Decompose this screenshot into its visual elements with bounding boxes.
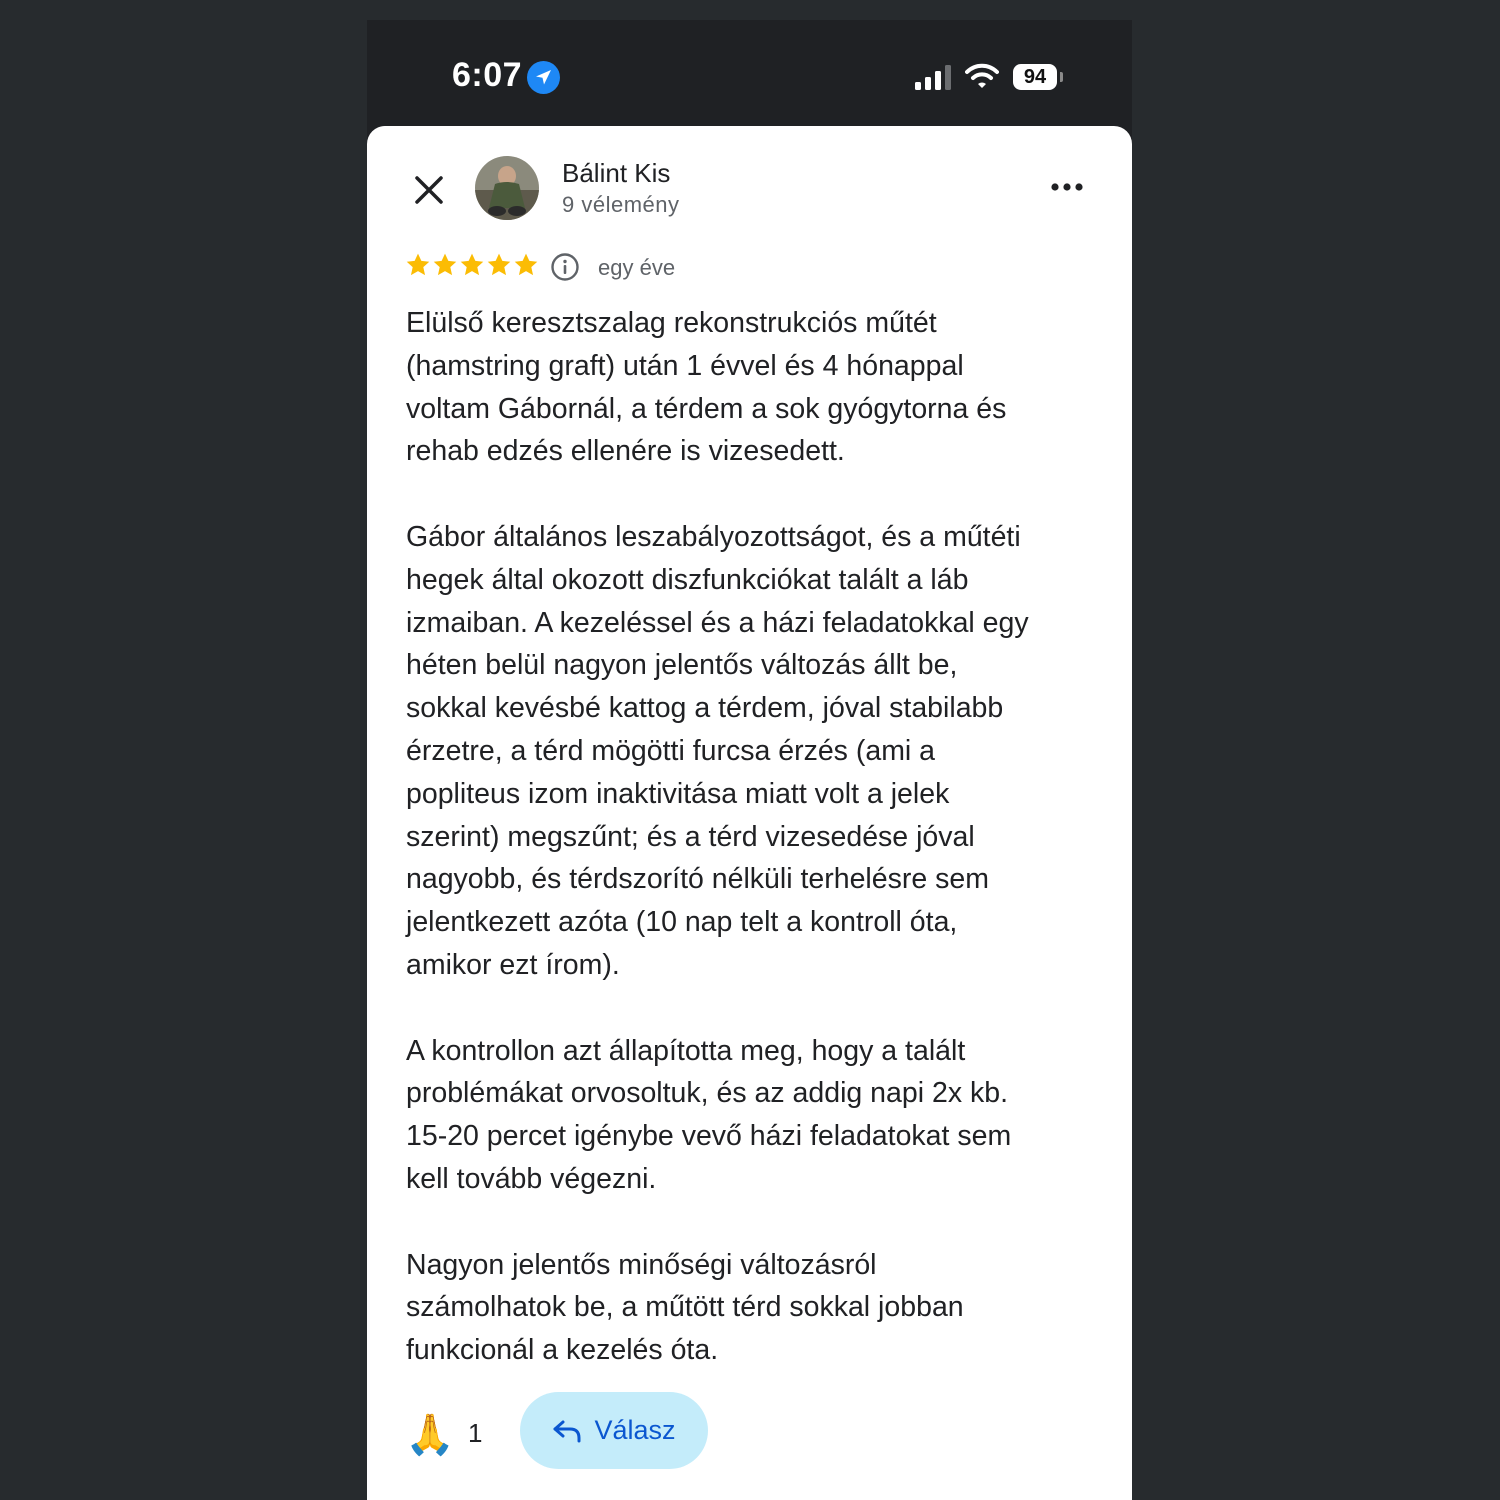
star-icon xyxy=(406,253,430,276)
review-paragraph: A kontrollon azt állapította meg, hogy a… xyxy=(406,1034,1012,1195)
review-paragraph: Elülső keresztszalag rekonstrukciós műté… xyxy=(406,307,1007,468)
more-options-icon[interactable] xyxy=(1047,172,1087,202)
star-icon xyxy=(433,253,457,276)
review-paragraph: Gábor általános leszabályozottságot, és … xyxy=(406,520,1029,981)
avatar[interactable] xyxy=(475,156,539,220)
reply-label: Válasz xyxy=(594,1415,676,1445)
wifi-icon xyxy=(965,63,999,88)
battery-tip xyxy=(1060,72,1063,82)
review-date: egy éve xyxy=(598,255,676,280)
star-icon xyxy=(514,253,538,276)
location-arrow-icon xyxy=(527,61,560,94)
author-name[interactable]: Bálint Kis xyxy=(562,158,670,189)
reaction-count: 1 xyxy=(468,1418,483,1448)
battery-level: 94 xyxy=(1013,64,1057,90)
status-bar: 6:07 94 xyxy=(367,20,1132,126)
close-icon[interactable] xyxy=(407,168,451,212)
star-rating xyxy=(405,252,539,282)
author-review-count: 9 vélemény xyxy=(562,192,680,217)
review-paragraph: Nagyon jelentős minőségi változásról szá… xyxy=(406,1248,964,1367)
info-icon[interactable] xyxy=(550,252,580,282)
cellular-signal-icon xyxy=(915,65,951,90)
star-icon xyxy=(487,253,511,276)
review-sheet: Bálint Kis 9 vélemény egy éve Elülső ker… xyxy=(367,126,1132,1500)
star-icon xyxy=(460,253,484,276)
reply-button[interactable]: Válasz xyxy=(520,1392,708,1469)
reaction-emoji[interactable]: 🙏 xyxy=(405,1411,455,1458)
status-time: 6:07 xyxy=(452,56,523,94)
battery-icon: 94 xyxy=(1013,64,1063,90)
reply-arrow-icon xyxy=(553,1420,581,1442)
review-text: Elülső keresztszalag rekonstrukciós műté… xyxy=(406,302,1106,1415)
phone-screen: 6:07 94 Bálint Kis 9 vélemény egy éve El… xyxy=(367,20,1132,1500)
